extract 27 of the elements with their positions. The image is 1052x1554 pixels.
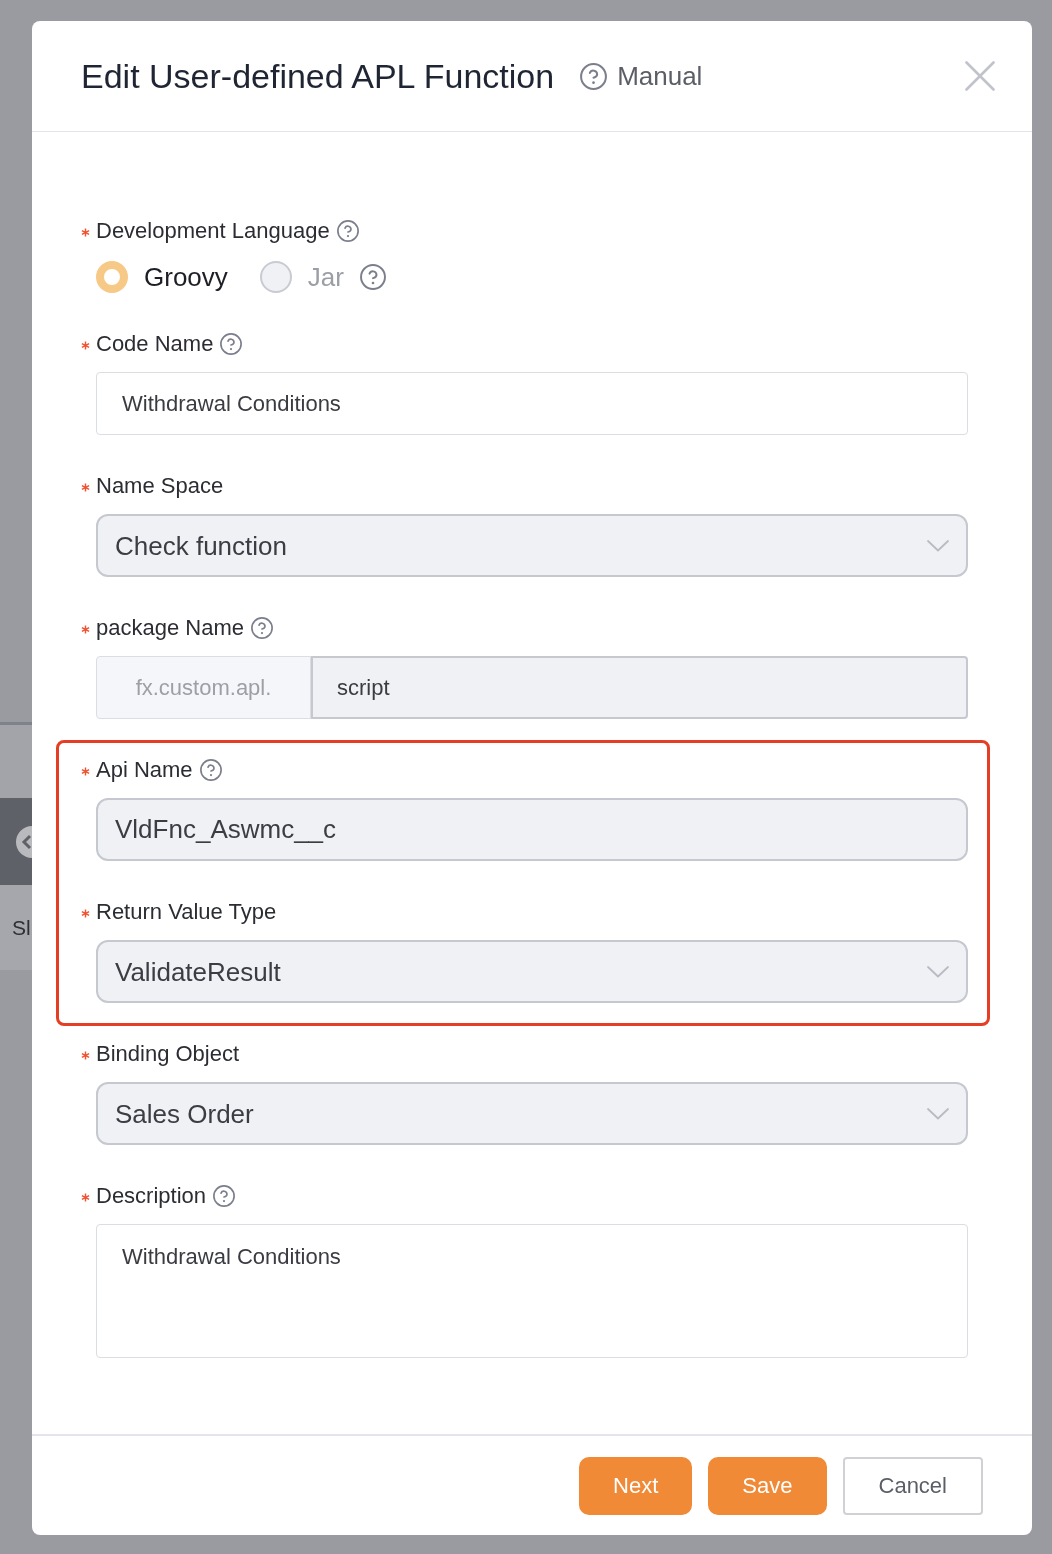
- help-icon[interactable]: [580, 62, 608, 90]
- radio-label[interactable]: Groovy: [144, 264, 228, 290]
- manual-link[interactable]: Manual: [617, 63, 703, 89]
- select-value: Sales Order: [115, 1100, 254, 1127]
- field-label: Description: [96, 1185, 207, 1207]
- field-label: Return Value Type: [96, 901, 277, 923]
- field-label: Code Name: [96, 333, 214, 355]
- help-icon[interactable]: [336, 220, 359, 242]
- select-value: Check function: [115, 532, 287, 559]
- background-text: Sl: [12, 917, 31, 938]
- radio-button[interactable]: [96, 261, 128, 293]
- field-label: Name Space: [96, 475, 224, 497]
- field-label: package Name: [96, 617, 244, 639]
- dialog-title: Edit User-defined APL Function: [81, 59, 555, 93]
- field-label: Development Language: [96, 220, 330, 242]
- text-input[interactable]: Withdrawal Conditions: [96, 372, 968, 435]
- input-prefix: fx.custom.apl.: [96, 656, 311, 719]
- field-label: Binding Object: [96, 1043, 240, 1065]
- chevron-down-icon: [927, 1107, 949, 1120]
- textarea-field[interactable]: Withdrawal Conditions: [96, 1224, 968, 1358]
- chevron-down-icon: [927, 965, 949, 978]
- help-icon[interactable]: [220, 333, 243, 355]
- help-icon[interactable]: [213, 1185, 236, 1207]
- chevron-down-icon: [927, 539, 949, 552]
- select-value: ValidateResult: [115, 958, 281, 985]
- dialog-button[interactable]: Cancel: [842, 1456, 983, 1515]
- field-label: Api Name: [96, 759, 193, 781]
